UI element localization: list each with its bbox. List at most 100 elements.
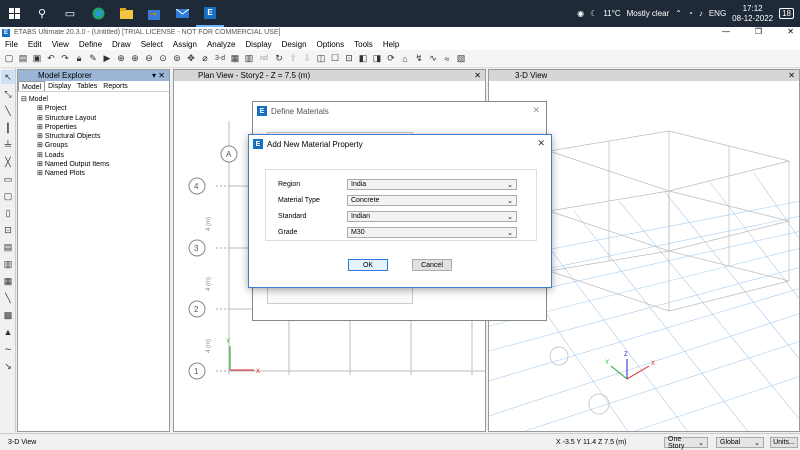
draw-grid-icon[interactable]: ▦ (1, 274, 15, 288)
tab-display[interactable]: Display (45, 81, 74, 91)
mail-icon[interactable] (168, 0, 196, 27)
draw-slab-icon[interactable]: ▤ (1, 240, 15, 254)
chrome-tray-icon[interactable]: ◉ (577, 9, 584, 18)
undo-icon[interactable]: ↶ (45, 53, 57, 65)
menu-options[interactable]: Options (312, 40, 350, 49)
tab-tables[interactable]: Tables (74, 81, 100, 91)
tree-item-loads[interactable]: ⊞ Loads (21, 151, 166, 160)
nd-button[interactable]: nd (257, 53, 271, 65)
expand-icon[interactable]: ⊞ (37, 161, 43, 168)
define-materials-close-icon[interactable]: ✕ (532, 105, 540, 116)
show-undeformed-icon[interactable]: ⌂ (399, 53, 411, 65)
clock[interactable]: 17:12 08-12-2022 (732, 4, 773, 24)
rotate-icon[interactable]: ↻ (273, 53, 285, 65)
tab-model[interactable]: Model (18, 81, 46, 91)
draw-floor-icon[interactable]: ▭ (1, 172, 15, 186)
perspective-icon[interactable]: ◫ (315, 53, 327, 65)
draw-area-icon[interactable]: ▢ (1, 189, 15, 203)
edge-browser-icon[interactable] (84, 0, 112, 27)
zoom-window-icon[interactable]: ⊕ (115, 53, 127, 65)
cancel-button[interactable]: Cancel (412, 259, 452, 271)
tree-item-named-output-items[interactable]: ⊞ Named Output Items (21, 160, 166, 169)
object-fill-icon[interactable]: ◧ (357, 53, 369, 65)
expand-icon[interactable]: ⊞ (37, 133, 43, 140)
maximize-icon[interactable]: ❐ (755, 27, 762, 36)
expand-icon[interactable]: ⊞ (37, 152, 43, 159)
menu-view[interactable]: View (47, 40, 74, 49)
view-3d-button[interactable]: 3-d (213, 53, 227, 65)
close-icon[interactable]: ✕ (787, 27, 794, 36)
draw-support-icon[interactable]: ▲ (1, 325, 15, 339)
set-display-icon[interactable]: ☐ (329, 53, 341, 65)
ok-button[interactable]: OK (348, 259, 388, 271)
coord-system-select[interactable]: Global ⌄ (716, 437, 764, 448)
story-select[interactable]: One Story ⌄ (664, 436, 708, 450)
save-icon[interactable]: ▣ (31, 53, 43, 65)
redo-icon[interactable]: ↷ (59, 53, 71, 65)
store-icon[interactable] (140, 0, 168, 27)
up-arrow-icon[interactable]: ⇧ (287, 53, 299, 65)
tree-item-project[interactable]: ⊞ Project (21, 104, 166, 113)
zoom-previous-icon[interactable]: ⊚ (171, 53, 183, 65)
lock-icon[interactable]: 🔒︎ (73, 53, 85, 65)
pencil-icon[interactable]: ✎ (87, 53, 99, 65)
pointer-icon[interactable]: ↖ (1, 70, 15, 84)
draw-line-icon[interactable]: ╲ (1, 104, 15, 118)
tree-item-groups[interactable]: ⊞ Groups (21, 141, 166, 150)
shrink-icon[interactable]: ⊡ (343, 53, 355, 65)
show-loads-icon[interactable]: ↯ (413, 53, 425, 65)
model-explorer-controls[interactable]: ▾ ✕ (152, 71, 165, 80)
tree-item-properties[interactable]: ⊞ Properties (21, 123, 166, 132)
draw-wall-icon[interactable]: ▯ (1, 206, 15, 220)
draw-brace-icon[interactable]: ╳ (1, 155, 15, 169)
expand-icon[interactable]: ⊞ (37, 115, 43, 122)
run-analysis-icon[interactable]: ▶ (101, 53, 113, 65)
draw-link-icon[interactable]: ╲ (1, 291, 15, 305)
minimize-icon[interactable]: — (722, 27, 730, 36)
menu-define[interactable]: Define (74, 40, 107, 49)
menu-edit[interactable]: Edit (23, 40, 47, 49)
show-deformed-icon[interactable]: ∿ (427, 53, 439, 65)
grade-select[interactable]: M30 ⌄ (347, 227, 517, 238)
units-button[interactable]: Units... (770, 437, 798, 448)
draw-beam-icon[interactable]: ╧ (1, 138, 15, 152)
material-type-select[interactable]: Concrete ⌄ (347, 195, 517, 206)
draw-dimension-icon[interactable]: ↘ (1, 359, 15, 373)
volume-icon[interactable]: ♪ (699, 9, 703, 18)
expand-icon[interactable]: ⊞ (37, 105, 43, 112)
add-material-close-icon[interactable]: ✕ (537, 138, 545, 149)
file-explorer-icon[interactable] (112, 0, 140, 27)
notification-badge[interactable]: 18 (779, 8, 794, 19)
network-icon[interactable]: ◔ (688, 9, 693, 18)
menu-display[interactable]: Display (240, 40, 276, 49)
menu-analyze[interactable]: Analyze (202, 40, 240, 49)
region-select[interactable]: India ⌄ (347, 179, 517, 190)
menu-draw[interactable]: Draw (107, 40, 136, 49)
down-arrow-icon[interactable]: ⇩ (301, 53, 313, 65)
expand-icon[interactable]: ⊞ (37, 170, 43, 177)
measure-icon[interactable]: ⌀ (199, 53, 211, 65)
new-model-icon[interactable]: ▢ (3, 53, 15, 65)
refresh-icon[interactable]: ⟳ (385, 53, 397, 65)
tree-item-named-plots[interactable]: ⊞ Named Plots (21, 169, 166, 178)
plan-view-close-icon[interactable]: ✕ (474, 71, 481, 80)
tab-reports[interactable]: Reports (100, 81, 131, 91)
menu-assign[interactable]: Assign (168, 40, 202, 49)
search-icon[interactable]: ⚲ (28, 0, 56, 27)
tree-item-structural-objects[interactable]: ⊞ Structural Objects (21, 132, 166, 141)
zoom-fit-icon[interactable]: ⊙ (157, 53, 169, 65)
weather-text[interactable]: Mostly clear (627, 9, 670, 18)
chevron-up-icon[interactable]: ⌃ (675, 9, 682, 18)
draw-column-icon[interactable]: ┃ (1, 121, 15, 135)
menu-select[interactable]: Select (136, 40, 168, 49)
standard-select[interactable]: Indian ⌄ (347, 211, 517, 222)
etabs-taskbar-icon[interactable]: E (196, 0, 224, 27)
weather-temp[interactable]: 11°C (603, 9, 620, 18)
windows-start-icon[interactable] (0, 0, 28, 27)
zoom-out-icon[interactable]: ⊖ (143, 53, 155, 65)
task-view-icon[interactable]: ▭ (56, 0, 84, 27)
menu-file[interactable]: File (0, 40, 23, 49)
expand-icon[interactable]: ⊞ (37, 142, 43, 149)
extrude-icon[interactable]: ◨ (371, 53, 383, 65)
open-icon[interactable]: ▤ (17, 53, 29, 65)
